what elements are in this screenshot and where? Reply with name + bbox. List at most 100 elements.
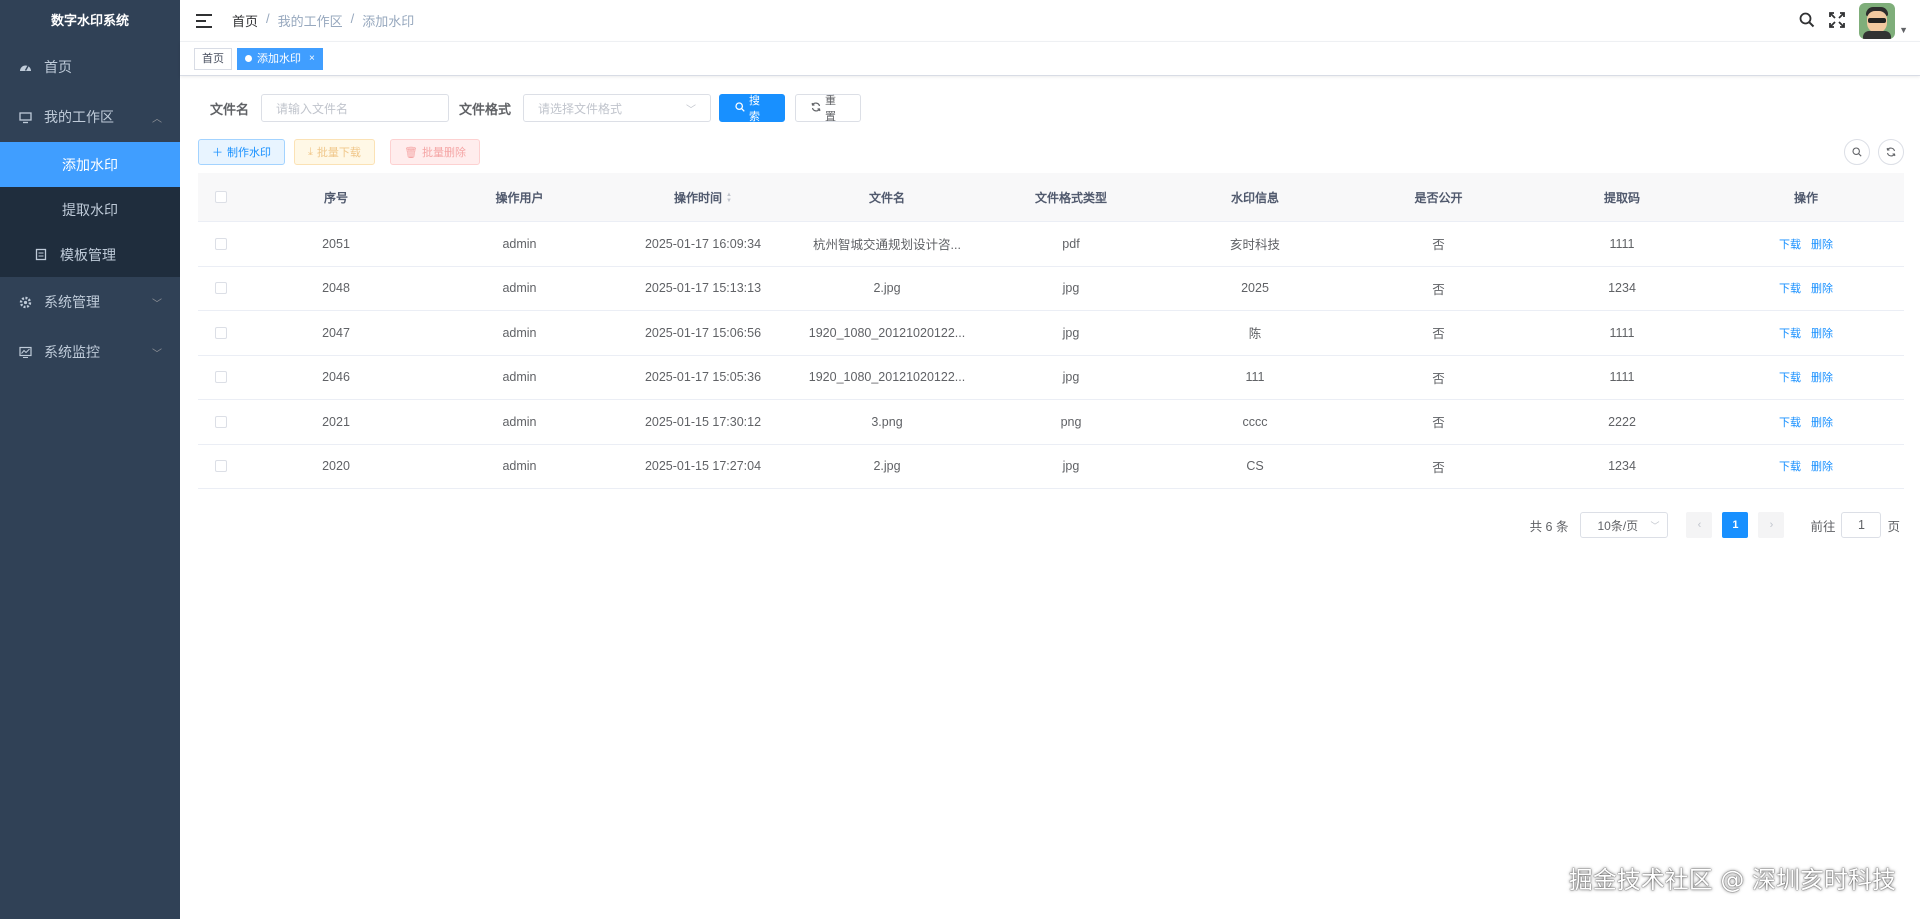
caret-down-icon[interactable]: ▼ (1899, 25, 1908, 35)
batch-download-button[interactable]: ⤓ 批量下载 (294, 139, 375, 165)
toggle-search-button[interactable] (1844, 139, 1870, 165)
row-code: 1234 (1608, 281, 1636, 296)
row-id: 2051 (322, 236, 350, 251)
navbar-right: ▼ (1799, 0, 1920, 42)
sidebar-item-add-watermark[interactable]: 添加水印 (0, 142, 180, 187)
close-icon[interactable]: × (309, 49, 315, 69)
batch-delete-button[interactable]: 🗑︎ 批量删除 (390, 139, 480, 165)
chart-monitor-icon (18, 345, 32, 359)
delete-link[interactable]: 删除 (1811, 280, 1833, 296)
row-checkbox[interactable] (215, 282, 227, 295)
row-code: 1111 (1609, 236, 1635, 251)
sort-icon[interactable]: ▲ ▼ (726, 192, 732, 204)
delete-link[interactable]: 删除 (1811, 414, 1833, 430)
search-icon (1852, 147, 1862, 157)
row-user: admin (502, 325, 537, 340)
site-watermark: 掘金技术社区 @ 深圳亥时科技 (1568, 866, 1896, 894)
delete-link[interactable]: 删除 (1811, 236, 1833, 252)
row-format: jpg (1062, 459, 1080, 474)
download-link[interactable]: 下载 (1779, 369, 1801, 385)
sidebar-item-monitor[interactable]: 系统监控 ﹀ (0, 327, 180, 377)
format-select-placeholder: 请选择文件格式 (538, 101, 623, 116)
row-public: 否 (1432, 416, 1445, 431)
column-header: 水印信息 (1230, 190, 1279, 205)
navbar: 首页 / 我的工作区 / 添加水印 ▼ (180, 0, 1920, 42)
row-checkbox[interactable] (215, 460, 227, 473)
tag-add-watermark[interactable]: 添加水印 × (237, 47, 323, 70)
row-actions: 下载 删除 (1714, 236, 1898, 252)
sidebar-item-extract-watermark[interactable]: 提取水印 (0, 187, 180, 232)
chevron-up-icon: ︿ (152, 113, 162, 125)
select-all-checkbox[interactable] (215, 191, 227, 203)
column-header: 序号 (323, 190, 348, 205)
sidebar-item-label: 模板管理 (60, 246, 116, 263)
dashboard-icon (18, 60, 32, 74)
reset-button-label: 重置 (825, 95, 837, 123)
download-link[interactable]: 下载 (1779, 280, 1801, 296)
table-header: 序号 操作用户 操作时间 ▲ ▼ 文件名 文件格式类型 水印信息 是否公开 提取码 … (198, 173, 1904, 222)
next-page-button[interactable]: › (1758, 512, 1785, 538)
sidebar-item-templates[interactable]: 模板管理 (0, 232, 180, 277)
page-size-select[interactable]: 10条/页 ﹀ (1580, 512, 1669, 538)
search-icon[interactable] (1799, 12, 1815, 31)
download-link[interactable]: 下载 (1779, 414, 1801, 430)
row-checkbox[interactable] (215, 371, 227, 384)
row-watermark-info: 2025 (1241, 281, 1269, 296)
search-form: 文件名 请输入文件名 文件格式 请选择文件格式 ﹀ 搜索 重置 (210, 94, 862, 123)
sidebar-item-system[interactable]: 系统管理 ﹀ (0, 277, 180, 327)
delete-link[interactable]: 删除 (1811, 369, 1833, 385)
row-format: jpg (1062, 370, 1080, 385)
select-cell (198, 371, 244, 384)
plus-icon: ＋ (212, 147, 223, 159)
delete-link[interactable]: 删除 (1811, 325, 1833, 341)
search-button-label: 搜索 (749, 95, 761, 123)
column-header-sortable[interactable]: 操作时间 ▲ ▼ (611, 189, 795, 206)
breadcrumb-current: 添加水印 (362, 14, 415, 29)
sidebar-item-workspace[interactable]: 我的工作区 ︿ (0, 92, 180, 142)
row-filename: 3.png (871, 414, 903, 429)
row-watermark-info: cccc (1242, 414, 1268, 429)
row-checkbox[interactable] (215, 326, 227, 339)
breadcrumb: 首页 / 我的工作区 / 添加水印 (232, 11, 414, 30)
sidebar-item-label: 系统监控 (44, 344, 100, 360)
row-format: jpg (1062, 281, 1080, 296)
delete-link[interactable]: 删除 (1811, 458, 1833, 474)
watermark-table: 序号 操作用户 操作时间 ▲ ▼ 文件名 文件格式类型 水印信息 是否公开 提取码 … (198, 173, 1904, 489)
format-select[interactable]: 请选择文件格式 ﹀ (523, 94, 712, 122)
select-cell (198, 415, 244, 428)
row-filename: 杭州智城交通规划设计咨... (813, 238, 961, 253)
download-link[interactable]: 下载 (1779, 236, 1801, 252)
sidebar: 数字水印系统 首页 我的工作区 ︿ 添加水印 提取水印 模板管理 系统管理 ﹀ … (0, 0, 180, 919)
prev-page-button[interactable]: ‹ (1686, 512, 1713, 538)
fullscreen-icon[interactable] (1829, 11, 1845, 31)
row-checkbox[interactable] (215, 415, 227, 428)
download-link[interactable]: 下载 (1779, 325, 1801, 341)
row-code: 1111 (1609, 325, 1635, 340)
filename-label: 文件名 (210, 101, 250, 117)
make-watermark-button[interactable]: ＋ 制作水印 (198, 139, 285, 165)
row-code: 1111 (1609, 370, 1635, 385)
row-filename: 1920_1080_20121020122... (808, 325, 966, 340)
download-link[interactable]: 下载 (1779, 458, 1801, 474)
search-button[interactable]: 搜索 (719, 94, 786, 123)
breadcrumb-workspace: 我的工作区 (277, 14, 343, 29)
row-id: 2046 (322, 370, 350, 385)
reset-button[interactable]: 重置 (795, 94, 862, 123)
row-code: 1234 (1608, 459, 1636, 474)
avatar[interactable] (1859, 3, 1896, 39)
tag-home[interactable]: 首页 (194, 47, 232, 70)
search-icon (735, 101, 745, 115)
row-actions: 下载 删除 (1714, 369, 1898, 385)
filename-input[interactable]: 请输入文件名 (261, 94, 450, 122)
sidebar-item-home[interactable]: 首页 (0, 42, 180, 92)
gear-icon (18, 295, 32, 309)
row-id: 2047 (322, 325, 350, 340)
refresh-button[interactable] (1878, 139, 1904, 165)
goto-input[interactable]: 1 (1841, 512, 1882, 538)
hamburger-icon[interactable] (196, 13, 212, 28)
tag-label: 添加水印 (257, 52, 301, 65)
row-checkbox[interactable] (215, 237, 227, 250)
breadcrumb-home[interactable]: 首页 (232, 11, 258, 30)
page-number[interactable]: 1 (1722, 512, 1749, 538)
row-watermark-info: 亥时科技 (1229, 238, 1280, 253)
